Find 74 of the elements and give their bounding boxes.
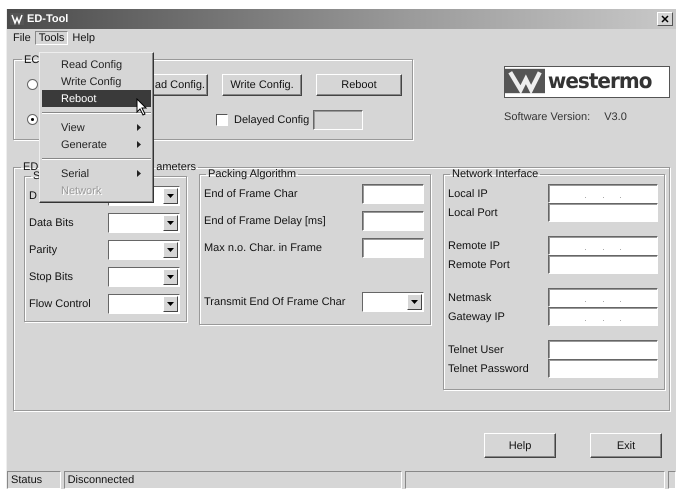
menu-item[interactable]: View — [42, 119, 151, 136]
dropdown-arrow-icon — [167, 194, 174, 198]
menu-item[interactable]: Reboot — [42, 90, 151, 107]
menu-item[interactable]: Serial — [42, 165, 151, 182]
button[interactable]: Write Config. — [222, 74, 302, 96]
dropdown-arrow-icon — [411, 300, 418, 304]
ip-address-field[interactable] — [548, 184, 658, 204]
ip-address-field[interactable] — [548, 288, 658, 308]
input-field[interactable] — [548, 359, 658, 378]
dropdown[interactable] — [108, 267, 180, 288]
field-label: Flow Control — [29, 298, 91, 310]
submenu-arrow-icon — [137, 141, 141, 148]
input-field[interactable] — [362, 238, 424, 258]
cursor-icon — [136, 98, 148, 116]
field-label: Parity — [29, 244, 58, 256]
button[interactable]: Exit — [590, 433, 662, 458]
field-label: Local IP — [448, 188, 488, 200]
field-label: Telnet User — [448, 344, 504, 356]
group-title: EC — [23, 54, 40, 66]
field-label: Transmit End Of Frame Char — [204, 296, 346, 308]
field-label: D — [29, 190, 37, 202]
version-value: V3.0 — [604, 110, 627, 123]
group-title: Packing Algorithm — [207, 168, 298, 180]
status-text: Disconnected — [64, 471, 402, 489]
version-label: Software Version: — [504, 110, 590, 123]
dropdown-arrow-icon — [167, 248, 174, 252]
input-field[interactable] — [362, 184, 424, 204]
menu-item[interactable]: Help — [68, 31, 100, 46]
group-title: ameters — [156, 161, 196, 174]
input-field[interactable] — [548, 340, 658, 360]
menu-item[interactable]: Read Config — [42, 56, 151, 73]
field-label: Remote Port — [448, 258, 510, 271]
close-icon — [661, 14, 669, 23]
radio-button[interactable] — [27, 114, 38, 126]
checkbox-label: Delayed Config — [234, 114, 310, 126]
field-label: Remote IP — [448, 240, 500, 252]
submenu-arrow-icon — [137, 170, 141, 177]
logo: westermo — [504, 66, 670, 98]
dropdown-arrow-icon — [167, 275, 174, 280]
input-field[interactable] — [313, 110, 364, 130]
checkbox[interactable] — [216, 114, 228, 126]
field-label: Data Bits — [29, 217, 74, 230]
app-icon — [10, 12, 24, 25]
field-label: Netmask — [448, 292, 492, 304]
ip-address-field[interactable] — [548, 236, 658, 256]
field-label: Telnet Password — [448, 362, 529, 375]
dropdown-arrow-icon — [167, 221, 174, 226]
menu-item[interactable]: Generate — [42, 136, 151, 153]
radio-button[interactable] — [27, 79, 38, 90]
close-button[interactable] — [657, 12, 673, 26]
dropdown[interactable] — [108, 213, 180, 234]
field-label: End of Frame Delay [ms] — [204, 215, 326, 228]
input-field[interactable] — [362, 211, 424, 232]
dropdown-arrow-icon — [167, 302, 174, 306]
dropdown[interactable] — [108, 240, 180, 260]
group-title: Network Interface — [451, 168, 540, 180]
button[interactable]: Reboot — [316, 74, 402, 96]
submenu-arrow-icon — [137, 124, 141, 131]
menu-item[interactable]: Tools — [34, 31, 68, 46]
status-panel — [668, 471, 676, 489]
window-title: ED-Tool — [27, 12, 68, 25]
field-label: Max n.o. Char. in Frame — [204, 242, 322, 254]
input-field[interactable] — [548, 203, 658, 222]
ip-address-field[interactable] — [548, 307, 658, 326]
field-label: End of Frame Char — [204, 188, 298, 200]
menu-item[interactable]: File — [9, 31, 35, 46]
status-text: Status — [7, 471, 61, 489]
dropdown[interactable] — [362, 292, 424, 312]
field-label: Local Port — [448, 206, 498, 219]
field-label: Gateway IP — [448, 310, 505, 323]
button[interactable]: Help — [484, 433, 556, 458]
input-field[interactable] — [548, 255, 658, 274]
field-label: Stop Bits — [29, 271, 74, 284]
dropdown[interactable] — [108, 294, 180, 314]
